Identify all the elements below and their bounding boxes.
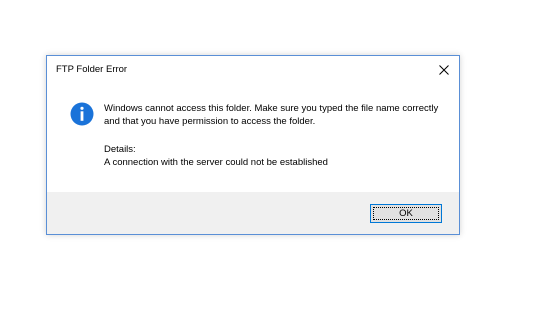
dialog-content: Windows cannot access this folder. Make … bbox=[47, 85, 459, 193]
ok-button[interactable]: OK bbox=[370, 204, 442, 223]
details-text: A connection with the server could not b… bbox=[104, 156, 328, 168]
ftp-error-dialog: FTP Folder Error Windows cannot access t… bbox=[46, 55, 460, 235]
dialog-titlebar[interactable]: FTP Folder Error bbox=[47, 56, 459, 85]
close-button[interactable] bbox=[429, 56, 459, 84]
close-icon bbox=[439, 65, 449, 75]
dialog-footer: OK bbox=[47, 192, 459, 234]
error-details: Details: A connection with the server co… bbox=[104, 144, 449, 169]
dialog-title: FTP Folder Error bbox=[56, 64, 128, 75]
info-icon bbox=[70, 102, 94, 126]
error-message: Windows cannot access this folder. Make … bbox=[104, 103, 439, 127]
details-heading: Details: bbox=[104, 144, 136, 155]
ok-button-label: OK bbox=[399, 208, 413, 219]
